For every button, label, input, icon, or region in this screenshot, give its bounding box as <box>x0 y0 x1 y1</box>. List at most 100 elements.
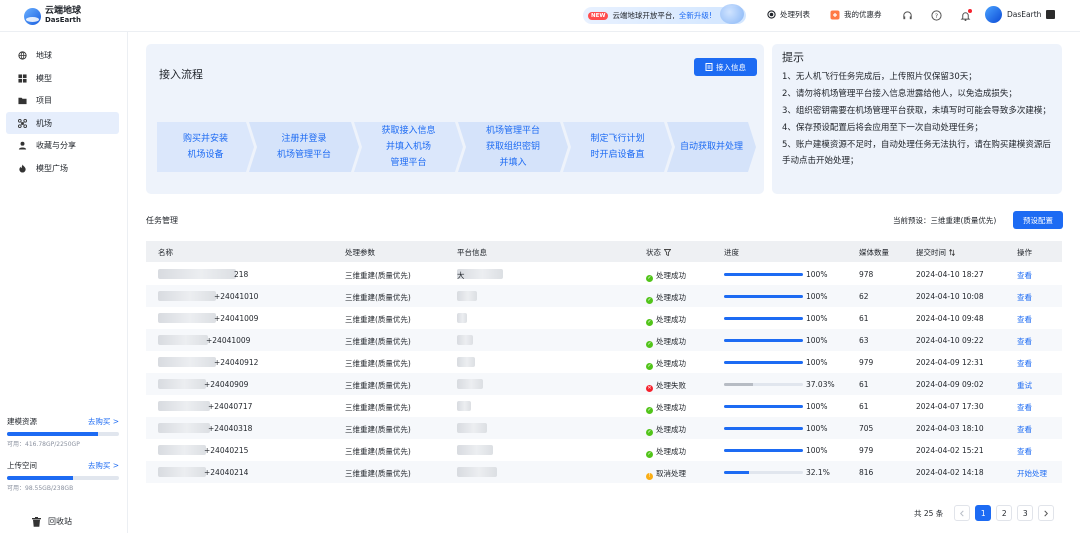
page-button[interactable]: 2 <box>996 505 1013 521</box>
recycle-bin-link[interactable]: 回收站 <box>32 516 72 527</box>
sidebar-item-label: 机场 <box>36 118 52 128</box>
task-progress-text: 100% <box>806 270 828 279</box>
task-media-count: 62 <box>859 292 869 301</box>
progress-bar <box>724 273 803 276</box>
progress-bar <box>724 427 803 430</box>
task-name: +24040912 <box>214 358 259 367</box>
user-menu[interactable]: DasEarth <box>985 6 1056 23</box>
logo-name-en: DasEarth <box>45 16 81 24</box>
model-resource-panel: 建模资源 去购买 > 可用：416.78GP/2250GP <box>7 416 119 448</box>
task-action-link[interactable]: 查看 <box>1017 270 1032 281</box>
task-params: 三维重建(质量优先) <box>345 469 411 478</box>
redacted-platform <box>457 445 493 455</box>
buy-model-resource-link[interactable]: 去购买 > <box>88 416 119 427</box>
task-params: 三维重建(质量优先) <box>345 403 411 412</box>
prev-page-button[interactable] <box>954 505 971 521</box>
next-page-button[interactable] <box>1038 505 1055 521</box>
column-header-time[interactable]: 提交时间 <box>916 247 955 258</box>
task-status-label: 处理成功 <box>656 315 686 324</box>
task-status-label: 处理成功 <box>656 425 686 434</box>
progress-bar <box>724 339 803 342</box>
promo-link[interactable]: 全新升级! <box>679 10 712 21</box>
table-row[interactable]: +24040717 三维重建(质量优先) ✓ 处理成功 100% 61 2024-04-07… <box>146 395 1062 417</box>
status-icon: ✓ <box>646 407 653 414</box>
task-action-link[interactable]: 查看 <box>1017 424 1032 435</box>
task-action-link[interactable]: 查看 <box>1017 336 1032 347</box>
notification-bell[interactable] <box>960 9 972 21</box>
table-row[interactable]: +24040909 三维重建(质量优先) ✕ 处理失败 37.03% 61 2024-04-… <box>146 373 1062 395</box>
task-media-count: 979 <box>859 358 874 367</box>
task-time: 2024-04-09 09:02 <box>916 380 984 389</box>
sort-icon <box>949 249 955 256</box>
page-button[interactable]: 3 <box>1017 505 1034 521</box>
task-action-link[interactable]: 开始处理 <box>1017 468 1047 479</box>
task-action-link[interactable]: 查看 <box>1017 446 1032 457</box>
task-progress-text: 100% <box>806 314 828 323</box>
headset-icon[interactable] <box>902 10 913 21</box>
table-row[interactable]: +24040318 三维重建(质量优先) ✓ 处理成功 100% 705 2024-04-0… <box>146 417 1062 439</box>
task-action-link[interactable]: 查看 <box>1017 358 1032 369</box>
task-params: 三维重建(质量优先) <box>345 381 411 390</box>
table-row[interactable]: +24041010 三维重建(质量优先) ✓ 处理成功 100% 62 2024-04-10… <box>146 285 1062 307</box>
task-action-link[interactable]: 查看 <box>1017 292 1032 303</box>
column-header-params: 处理参数 <box>345 248 375 257</box>
avatar <box>985 6 1002 23</box>
table-row[interactable]: +24040912 三维重建(质量优先) ✓ 处理成功 100% 979 2024-04-0… <box>146 351 1062 373</box>
task-platform: 大 <box>457 271 465 280</box>
task-name: +24040909 <box>204 380 249 389</box>
promo-banner[interactable]: NEW 云端地球开放平台, 全新升级! <box>583 4 746 24</box>
sidebar-item-project[interactable]: 项目 <box>6 89 119 111</box>
preset-config-button[interactable]: 预设配置 <box>1013 211 1063 229</box>
app-logo[interactable]: 云端地球 DasEarth <box>24 7 81 25</box>
task-params: 三维重建(质量优先) <box>345 447 411 456</box>
task-action-link[interactable]: 重试 <box>1017 380 1032 391</box>
sidebar-item-plaza[interactable]: 模型广场 <box>6 157 119 179</box>
model-resource-bar <box>7 432 119 436</box>
table-row[interactable]: +24041009 三维重建(质量优先) ✓ 处理成功 100% 63 2024-04-10… <box>146 329 1062 351</box>
task-list-link[interactable]: 处理列表 <box>767 9 810 20</box>
task-status-label: 处理成功 <box>656 293 686 302</box>
progress-fill <box>724 471 750 474</box>
task-progress-text: 100% <box>806 424 828 433</box>
task-status: ✓ 处理成功 <box>646 358 686 370</box>
status-icon: ✓ <box>646 451 653 458</box>
svg-text:?: ? <box>935 12 938 20</box>
task-media-count: 978 <box>859 270 874 279</box>
page-button[interactable]: 1 <box>975 505 992 521</box>
progress-bar <box>724 361 803 364</box>
sidebar-item-label: 收藏与分享 <box>36 140 76 150</box>
upload-space-panel: 上传空间 去购买 > 可用：98.55GB/238GB <box>7 460 119 492</box>
coupons-link[interactable]: 我的优惠券 <box>830 9 882 20</box>
sidebar-item-earth[interactable]: 地球 <box>6 44 119 66</box>
column-header-progress: 进度 <box>724 248 739 257</box>
table-row[interactable]: +24041009 三维重建(质量优先) ✓ 处理成功 100% 61 2024-04-10… <box>146 307 1062 329</box>
sidebar-item-model[interactable]: 模型 <box>6 67 119 89</box>
sidebar-item-airport[interactable]: 机场 <box>6 112 119 134</box>
table-row[interactable]: +24040214 三维重建(质量优先)! 取消处理 32.1% 816 2024-04-… <box>146 461 1062 483</box>
task-action-link[interactable]: 查看 <box>1017 314 1032 325</box>
access-info-button[interactable]: 接入信息 <box>694 58 757 76</box>
table-row[interactable]: +24040215 三维重建(质量优先) ✓ 处理成功 100% 979 2024-04-0… <box>146 439 1062 461</box>
column-header-status[interactable]: 状态 <box>646 247 671 258</box>
redacted-platform <box>457 335 473 345</box>
task-name: +24040215 <box>204 446 249 455</box>
progress-fill <box>724 427 803 430</box>
task-time: 2024-04-07 17:30 <box>916 402 984 411</box>
task-media-count: 979 <box>859 446 874 455</box>
model-resource-available: 可用：416.78GP/2250GP <box>7 441 80 448</box>
progress-fill <box>724 339 803 342</box>
sidebar-item-share[interactable]: 收藏与分享 <box>6 134 119 156</box>
table-row[interactable]: 218 三维重建(质量优先) 大 ✓ 处理成功 100% 978 2024-04-10 18:… <box>146 263 1062 285</box>
progress-fill <box>724 361 803 364</box>
task-media-count: 63 <box>859 336 869 345</box>
upload-space-fill <box>7 476 73 480</box>
task-time: 2024-04-10 10:08 <box>916 292 984 301</box>
current-preset: 当前预设：三维重建(质量优先) <box>893 216 997 225</box>
redacted-name <box>158 467 206 477</box>
task-action-link[interactable]: 查看 <box>1017 402 1032 413</box>
task-progress-text: 37.03% <box>806 380 835 389</box>
help-icon[interactable]: ? <box>931 10 942 21</box>
progress-fill <box>724 449 803 452</box>
flow-step-4: 机场管理平台 获取组织密钥 并填入 <box>458 122 568 172</box>
buy-upload-space-link[interactable]: 去购买 > <box>88 460 119 471</box>
